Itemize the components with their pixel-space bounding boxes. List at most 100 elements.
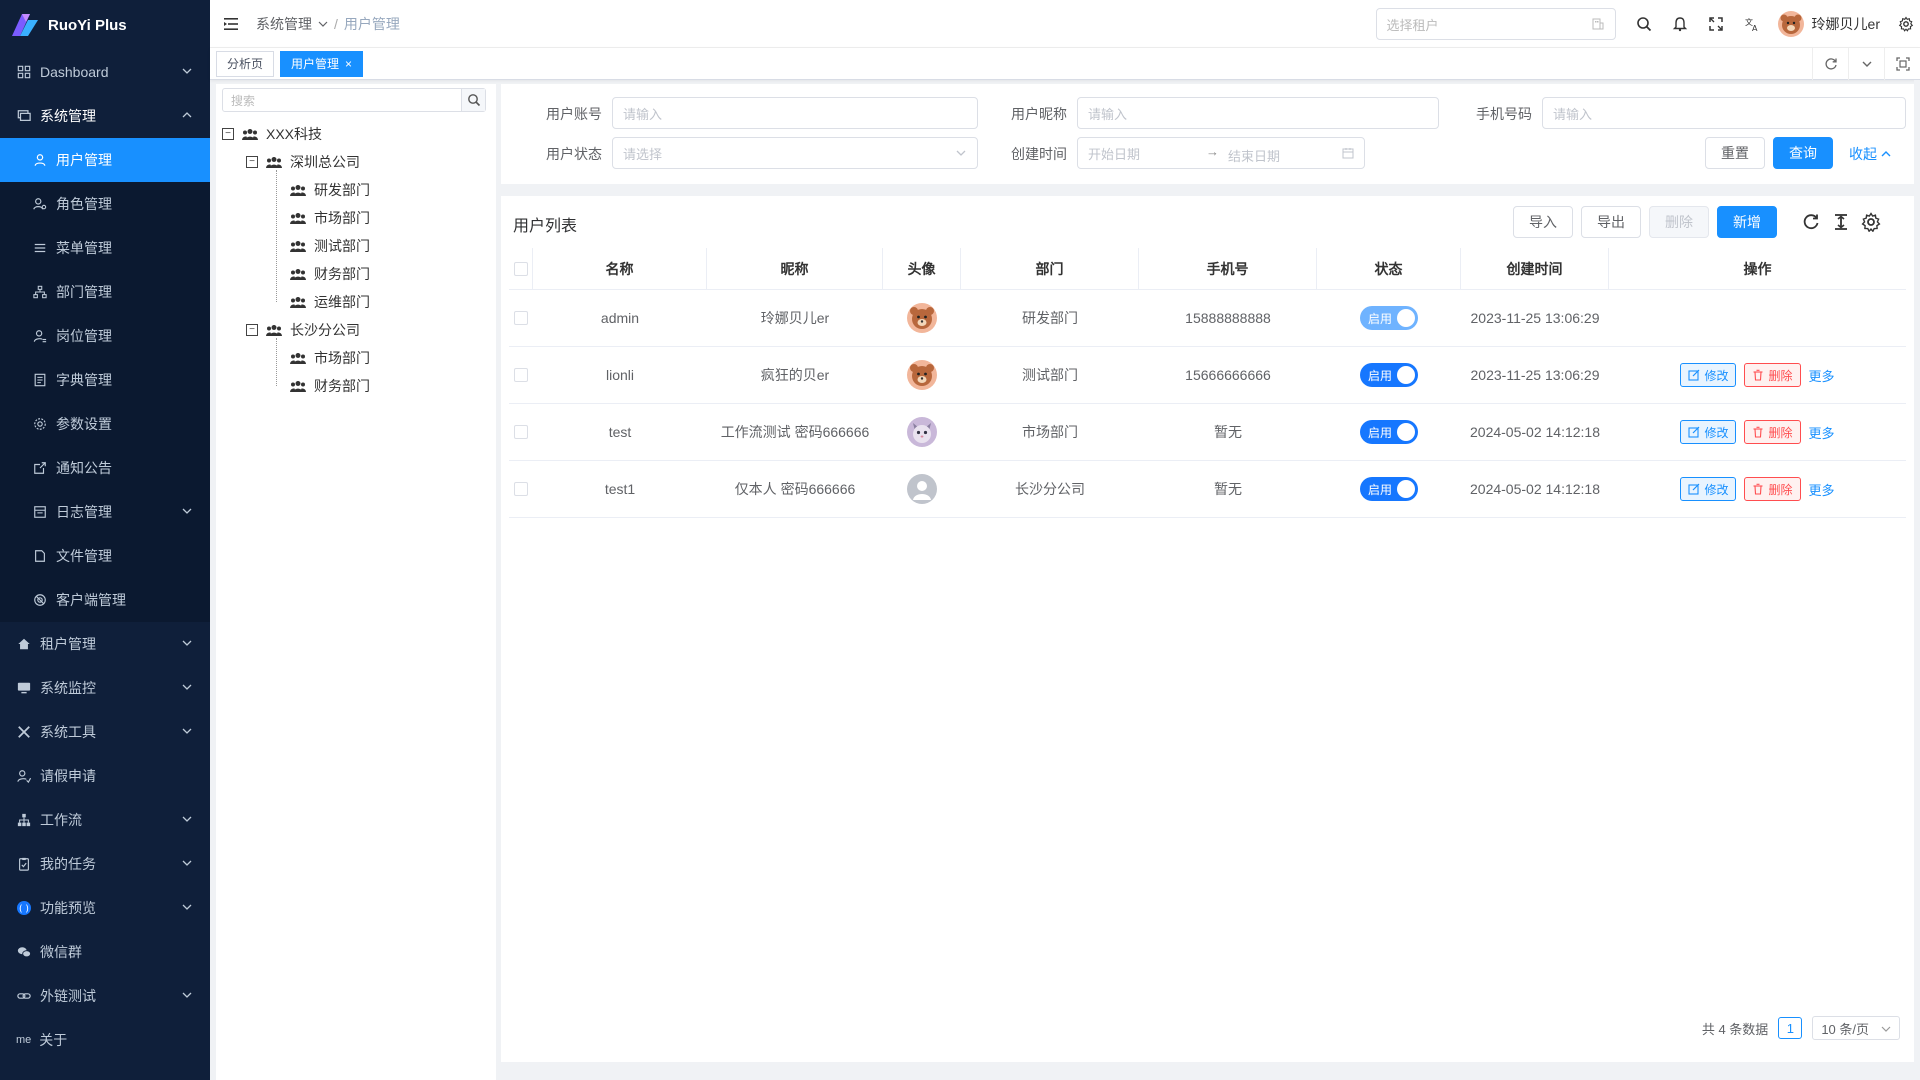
account-input[interactable]: 请输入 bbox=[612, 97, 978, 129]
delete-row-button[interactable]: 删除 bbox=[1744, 477, 1801, 501]
cell-status: 启用 bbox=[1317, 290, 1461, 346]
status-switch[interactable]: 启用 bbox=[1360, 306, 1418, 330]
maximize-icon[interactable] bbox=[1884, 48, 1920, 80]
tree-node[interactable]: 市场部门 bbox=[222, 344, 490, 372]
row-checkbox[interactable] bbox=[514, 482, 528, 496]
bell-icon[interactable] bbox=[1662, 0, 1698, 48]
sidebar-item-3[interactable]: 角色管理 bbox=[0, 182, 210, 226]
sidebar-item-9[interactable]: 通知公告 bbox=[0, 446, 210, 490]
sidebar-item-17[interactable]: 工作流 bbox=[0, 798, 210, 842]
tenant-select[interactable]: 选择租户 bbox=[1375, 8, 1616, 40]
add-user-button[interactable]: 新增 bbox=[1717, 206, 1777, 238]
status-switch[interactable]: 启用 bbox=[1360, 363, 1418, 387]
row-checkbox[interactable] bbox=[514, 311, 528, 325]
sidebar-item-22[interactable]: me 关于 bbox=[0, 1018, 210, 1062]
sidebar-item-11[interactable]: 文件管理 bbox=[0, 534, 210, 578]
sidebar-item-6[interactable]: 岗位管理 bbox=[0, 314, 210, 358]
gear-icon[interactable] bbox=[1892, 0, 1920, 48]
status-switch[interactable]: 启用 bbox=[1360, 420, 1418, 444]
sidebar-item-0[interactable]: Dashboard bbox=[0, 50, 210, 94]
tree-node[interactable]: − 长沙分公司 bbox=[222, 316, 490, 344]
delete-row-button[interactable]: 删除 bbox=[1744, 363, 1801, 387]
sidebar-item-16[interactable]: 请假申请 bbox=[0, 754, 210, 798]
edit-button[interactable]: 修改 bbox=[1680, 477, 1737, 501]
team-icon bbox=[290, 380, 306, 392]
collapse-toggle-icon[interactable]: − bbox=[246, 156, 258, 168]
tree-node[interactable]: 市场部门 bbox=[222, 204, 490, 232]
tree-node[interactable]: 财务部门 bbox=[222, 260, 490, 288]
column-header: 昵称 bbox=[707, 248, 883, 289]
column-height-icon[interactable] bbox=[1831, 212, 1851, 232]
page-scrollbar[interactable] bbox=[1914, 80, 1920, 1080]
created-date-range[interactable]: 开始日期 → 结束日期 bbox=[1077, 137, 1365, 169]
sidebar-item-8[interactable]: 参数设置 bbox=[0, 402, 210, 446]
gear-icon[interactable] bbox=[1861, 212, 1881, 232]
sidebar-item-19[interactable]: ( ) 功能预览 bbox=[0, 886, 210, 930]
page-number-current[interactable]: 1 bbox=[1778, 1017, 1803, 1039]
chevron-down-icon[interactable] bbox=[1848, 48, 1884, 80]
query-button[interactable]: 查询 bbox=[1773, 137, 1833, 169]
page-size-select[interactable]: 10 条/页 bbox=[1812, 1016, 1900, 1040]
dept-search-input[interactable]: 搜索 bbox=[222, 88, 486, 112]
user-menu[interactable]: 玲娜贝儿er bbox=[1777, 11, 1880, 37]
sidebar-item-4[interactable]: 菜单管理 bbox=[0, 226, 210, 270]
edit-button[interactable]: 修改 bbox=[1680, 363, 1737, 387]
delete-button[interactable]: 删除 bbox=[1649, 206, 1709, 238]
tree-node[interactable]: 财务部门 bbox=[222, 372, 490, 400]
row-checkbox[interactable] bbox=[514, 425, 528, 439]
tree-node[interactable]: 测试部门 bbox=[222, 232, 490, 260]
tree-node-label: 深圳总公司 bbox=[290, 154, 360, 170]
collapse-toggle-icon[interactable]: − bbox=[222, 128, 234, 140]
sidebar-item-21[interactable]: 外链测试 bbox=[0, 974, 210, 1018]
sidebar-item-12[interactable]: 客户端管理 bbox=[0, 578, 210, 622]
sidebar-item-18[interactable]: 我的任务 bbox=[0, 842, 210, 886]
fullscreen-icon[interactable] bbox=[1698, 0, 1734, 48]
sidebar-item-10[interactable]: 日志管理 bbox=[0, 490, 210, 534]
sidebar-item-5[interactable]: 部门管理 bbox=[0, 270, 210, 314]
nickname-placeholder: 请输入 bbox=[1088, 106, 1128, 122]
tree-node[interactable]: − XXX科技 bbox=[222, 120, 490, 148]
sidebar-item-20[interactable]: 微信群 bbox=[0, 930, 210, 974]
cell-nickname: 工作流测试 密码666666 bbox=[720, 424, 870, 440]
tree-node[interactable]: − 深圳总公司 bbox=[222, 148, 490, 176]
logo[interactable]: RuoYi Plus bbox=[0, 0, 210, 50]
collapse-button[interactable]: 收起 bbox=[1849, 144, 1891, 164]
sidebar-item-2[interactable]: 用户管理 bbox=[0, 138, 210, 182]
sidebar-item-13[interactable]: 租户管理 bbox=[0, 622, 210, 666]
search-icon[interactable] bbox=[1626, 0, 1662, 48]
breadcrumb-item-system[interactable]: 系统管理 bbox=[256, 14, 312, 34]
tab-analysis[interactable]: 分析页 bbox=[216, 50, 275, 77]
delete-row-button[interactable]: 删除 bbox=[1744, 420, 1801, 444]
hamburger-icon[interactable] bbox=[222, 15, 240, 33]
export-button[interactable]: 导出 bbox=[1581, 206, 1641, 238]
cell-phone: 15888888888 bbox=[1185, 310, 1271, 326]
sidebar-item-label: 系统监控 bbox=[40, 680, 96, 696]
select-all-checkbox[interactable] bbox=[513, 261, 528, 276]
status-switch[interactable]: 启用 bbox=[1360, 477, 1418, 501]
more-button[interactable]: 更多 bbox=[1809, 423, 1835, 442]
more-button[interactable]: 更多 bbox=[1809, 366, 1835, 385]
reset-button[interactable]: 重置 bbox=[1705, 137, 1765, 169]
status-switch-label: 启用 bbox=[1368, 311, 1393, 326]
sidebar-item-label: 参数设置 bbox=[56, 416, 112, 432]
tree-node[interactable]: 运维部门 bbox=[222, 288, 490, 316]
tree-node[interactable]: 研发部门 bbox=[222, 176, 490, 204]
edit-button[interactable]: 修改 bbox=[1680, 420, 1737, 444]
status-select[interactable]: 请选择 bbox=[612, 137, 978, 169]
close-icon[interactable]: × bbox=[345, 57, 352, 71]
sidebar-item-7[interactable]: 字典管理 bbox=[0, 358, 210, 402]
nickname-input[interactable]: 请输入 bbox=[1077, 97, 1439, 129]
refresh-icon[interactable] bbox=[1801, 212, 1821, 232]
more-button[interactable]: 更多 bbox=[1809, 480, 1835, 499]
collapse-toggle-icon[interactable]: − bbox=[246, 324, 258, 336]
sidebar-item-14[interactable]: 系统监控 bbox=[0, 666, 210, 710]
import-button[interactable]: 导入 bbox=[1513, 206, 1573, 238]
row-checkbox[interactable] bbox=[514, 368, 528, 382]
tab-user-management[interactable]: 用户管理 × bbox=[280, 50, 364, 77]
translate-icon[interactable]: 文A bbox=[1734, 0, 1770, 48]
refresh-icon[interactable] bbox=[1812, 48, 1848, 80]
sidebar-item-15[interactable]: 系统工具 bbox=[0, 710, 210, 754]
sidebar-item-1[interactable]: 系统管理 bbox=[0, 94, 210, 138]
search-icon[interactable] bbox=[461, 89, 485, 111]
phone-input[interactable]: 请输入 bbox=[1542, 97, 1906, 129]
